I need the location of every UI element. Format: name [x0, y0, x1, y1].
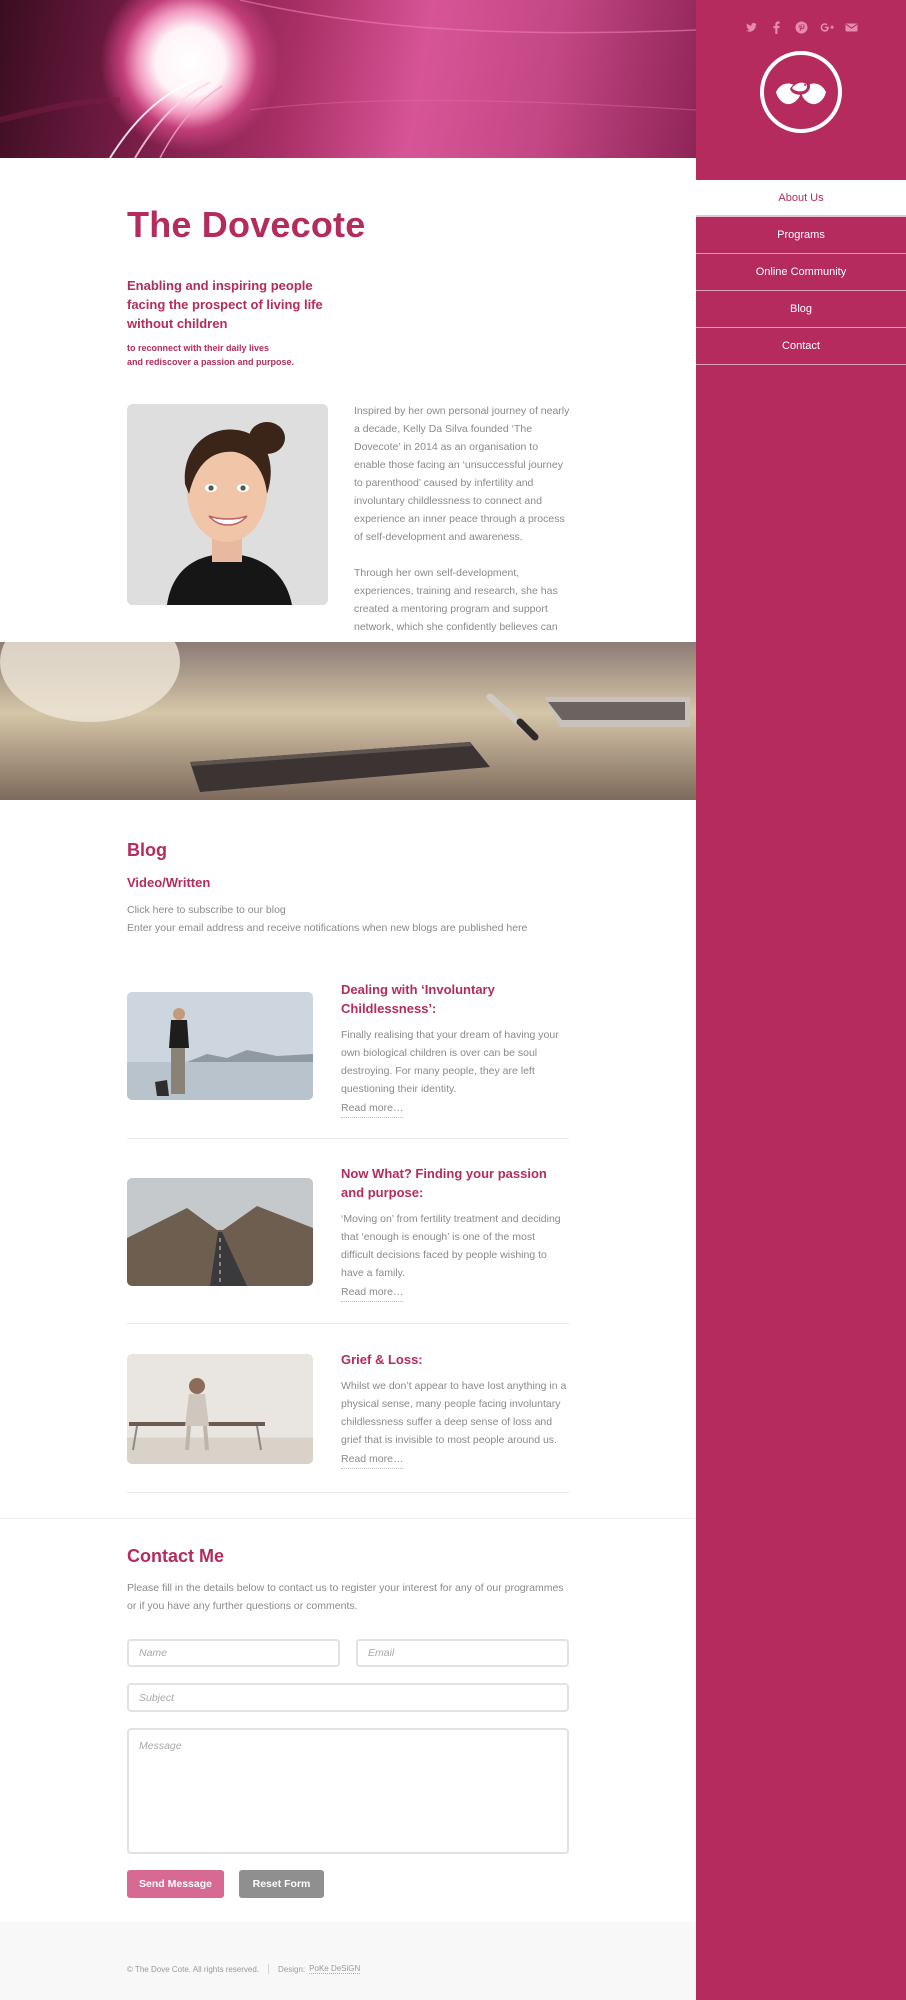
twitter-icon[interactable]	[745, 21, 758, 34]
desk-banner-image	[0, 642, 696, 800]
sub-tagline-line-2: and rediscover a passion and purpose.	[127, 357, 295, 367]
nav-item-contact[interactable]: Contact	[696, 328, 906, 365]
footer	[0, 1922, 696, 2000]
post-image-woman-on-post[interactable]	[127, 992, 313, 1100]
post-divider	[127, 1492, 569, 1493]
post-title[interactable]: Dealing with ‘Involuntary Childlessness’…	[341, 980, 569, 1018]
blog-subheading: Video/Written	[127, 875, 211, 890]
sidebar: About Us Programs Online Community Blog …	[696, 0, 906, 2000]
sub-tagline: to reconnect with their daily lives and …	[127, 341, 347, 369]
about-paragraph-2: Through her own self-development, experi…	[354, 567, 558, 640]
contact-section-divider	[0, 1518, 696, 1519]
post-excerpt: ‘Moving on’ from fertility treatment and…	[341, 1213, 561, 1279]
contact-heading: Contact Me	[127, 1546, 225, 1566]
post-image-woman-on-bench[interactable]	[127, 1354, 313, 1464]
footer-designer-link[interactable]: PoKe DeSiGN	[309, 1964, 361, 1974]
message-field[interactable]	[127, 1728, 569, 1854]
post-excerpt: Whilst we don’t appear to have lost anyt…	[341, 1380, 567, 1446]
footer-design-label: Design:	[278, 1964, 306, 1974]
footer-text: © The Dove Cote. All rights reserved. De…	[127, 1964, 361, 1974]
desk-notebook-illustration	[0, 642, 696, 800]
post-body: Dealing with ‘Involuntary Childlessness’…	[341, 980, 569, 1118]
page-title: The Dovecote	[127, 204, 366, 245]
social-links	[696, 0, 906, 40]
about-paragraph-1: Inspired by her own personal journey of …	[354, 405, 570, 543]
nav-item-about-us[interactable]: About Us	[696, 180, 906, 217]
post-body: Now What? Finding your passion and purpo…	[341, 1164, 569, 1302]
post-body: Grief & Loss: Whilst we don’t appear to …	[341, 1350, 569, 1469]
send-message-button[interactable]: Send Message	[127, 1870, 224, 1898]
dove-hands-icon	[776, 80, 826, 105]
nav-item-blog[interactable]: Blog	[696, 291, 906, 328]
read-more-link[interactable]: Read more…	[341, 1099, 404, 1118]
facebook-icon[interactable]	[770, 21, 783, 34]
hero-tunnel-image	[0, 0, 696, 158]
post-image-empty-road[interactable]	[127, 1178, 313, 1286]
read-more-link[interactable]: Read more…	[341, 1450, 404, 1469]
post-title[interactable]: Now What? Finding your passion and purpo…	[341, 1164, 569, 1202]
read-more-link[interactable]: Read more…	[341, 1283, 404, 1302]
google-plus-icon[interactable]	[820, 21, 834, 34]
post-title[interactable]: Grief & Loss:	[341, 1350, 569, 1369]
reset-form-button[interactable]: Reset Form	[239, 1870, 324, 1898]
nav-item-programs[interactable]: Programs	[696, 217, 906, 254]
dove-logo[interactable]	[760, 51, 842, 133]
about-text: Inspired by her own personal journey of …	[354, 402, 570, 640]
name-field[interactable]	[127, 1639, 340, 1667]
subscribe-instructions: Enter your email address and receive not…	[127, 922, 528, 934]
post-excerpt: Finally realising that your dream of hav…	[341, 1029, 559, 1095]
email-field[interactable]	[356, 1639, 569, 1667]
footer-copyright: © The Dove Cote. All rights reserved.	[127, 1964, 260, 1974]
blog-heading: Blog	[127, 840, 167, 860]
portrait-illustration	[127, 404, 328, 605]
email-icon[interactable]	[845, 21, 858, 34]
blog-intro: Click here to subscribe to our blog Ente…	[127, 901, 527, 937]
post-divider	[127, 1323, 569, 1324]
post-divider	[127, 1138, 569, 1139]
main-nav: About Us Programs Online Community Blog …	[696, 180, 906, 365]
footer-separator	[268, 1964, 270, 1974]
nav-item-online-community[interactable]: Online Community	[696, 254, 906, 291]
contact-intro: Please fill in the details below to cont…	[127, 1582, 564, 1612]
hero-light-streaks	[0, 0, 696, 158]
founder-portrait	[127, 404, 328, 605]
tagline: Enabling and inspiring people facing the…	[127, 278, 323, 331]
sub-tagline-line-1: to reconnect with their daily lives	[127, 343, 270, 353]
subject-field[interactable]	[127, 1683, 569, 1712]
subscribe-link[interactable]: Click here to subscribe to our blog	[127, 901, 527, 919]
pinterest-icon[interactable]	[795, 21, 808, 34]
